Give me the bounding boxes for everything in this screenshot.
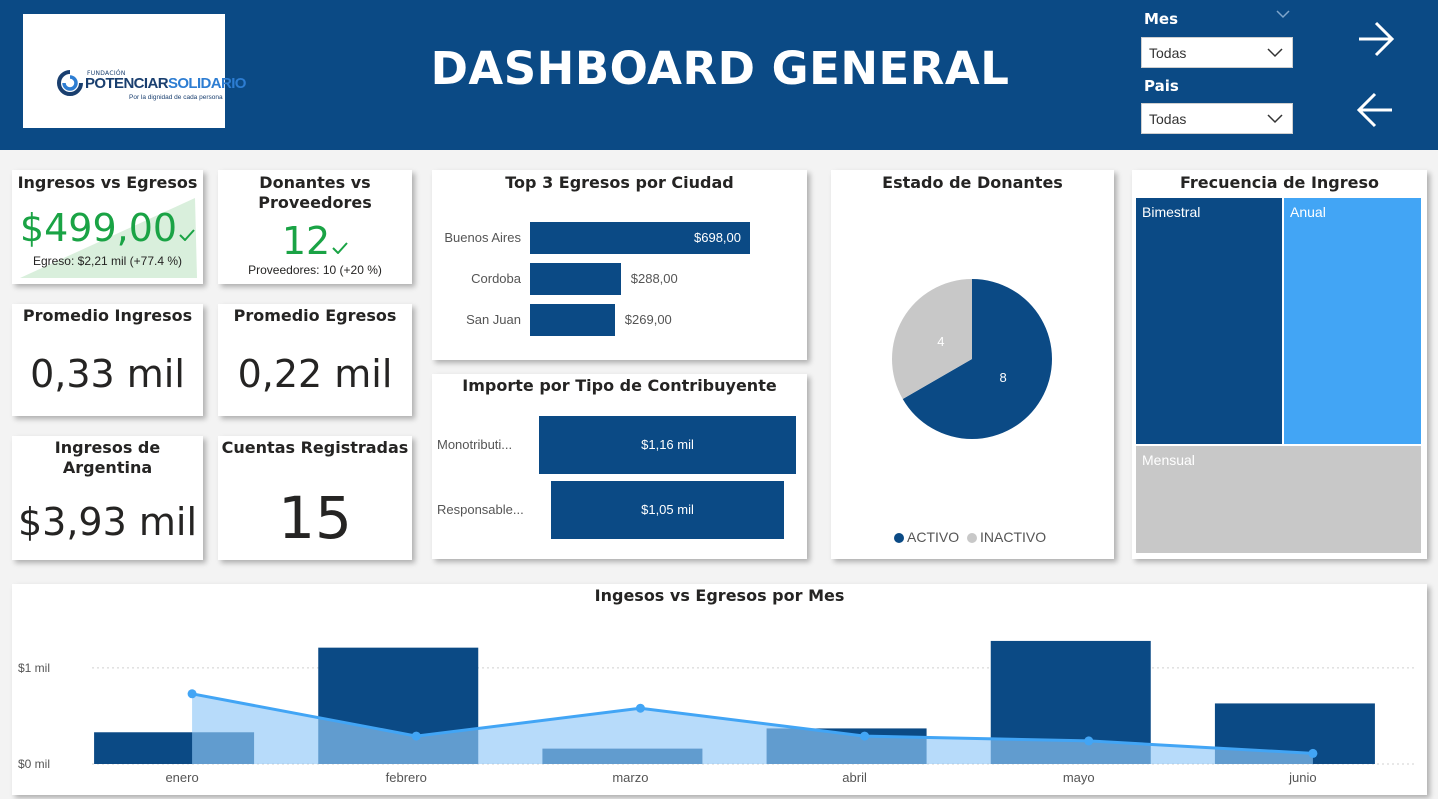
kpi-title: Cuentas Registradas: [221, 438, 409, 457]
legend-label-inactivo: INACTIVO: [980, 529, 1047, 545]
x-tick-label: marzo: [612, 770, 648, 785]
kpi-value: $3,93 mil: [18, 500, 197, 544]
legend-dot-activo: [894, 533, 904, 543]
line-point-mayo[interactable]: [1084, 736, 1094, 746]
logo-main-text: POTENCIARSOLIDARIO: [85, 75, 246, 92]
chart-title: Importe por Tipo de Contribuyente: [462, 376, 777, 395]
chevron-down-icon: [1267, 114, 1283, 124]
bar-category-label: Monotributi...: [437, 437, 513, 452]
chart-importe-tipo-contribuyente[interactable]: Importe por Tipo de Contribuyente Monotr…: [432, 374, 807, 559]
treemap-label: Mensual: [1142, 452, 1195, 468]
chart-title: Top 3 Egresos por Ciudad: [505, 173, 734, 192]
kpi-value: 0,22 mil: [237, 352, 393, 396]
kpi-ingresos-argentina[interactable]: Ingresos de Argentina $3,93 mil: [12, 436, 203, 560]
checkmark-icon: [332, 242, 348, 255]
kpi-donantes-vs-proveedores[interactable]: Donantes vs Proveedores 12 Proveedores: …: [218, 170, 412, 284]
bar-value-label: $269,00: [624, 312, 672, 327]
checkmark-icon: [179, 229, 195, 242]
x-tick-label: abril: [842, 770, 867, 785]
chevron-down-icon: [1267, 48, 1283, 58]
filter-pais-dropdown[interactable]: Todas: [1141, 103, 1293, 134]
combo-chart: $0 mil $1 mil enero febrero marzo abril mayo ju…: [18, 640, 1417, 785]
kpi-title: Donantes vs Proveedores: [258, 173, 372, 212]
filter-mes-value: Todas: [1149, 45, 1187, 61]
bar-category-label: Responsable...: [437, 502, 524, 517]
logo-main-b: SOLIDARIO: [167, 75, 247, 92]
legend-label-activo: ACTIVO: [907, 529, 960, 545]
chart-frecuencia-ingreso[interactable]: Frecuencia de Ingreso Bimestral Anual Me…: [1132, 170, 1427, 559]
kpi-value: $499,00: [12, 206, 203, 250]
kpi-ingresos-vs-egresos[interactable]: Ingresos vs Egresos $499,00 Egreso: $2,2…: [12, 170, 203, 284]
filter-pais-value: Todas: [1149, 111, 1187, 127]
bar-value-label: $1,16 mil: [641, 437, 694, 452]
logo-icon: [57, 70, 83, 96]
line-point-abril[interactable]: [860, 731, 870, 741]
arrow-left-icon[interactable]: [1356, 92, 1394, 128]
bar[interactable]: [530, 263, 621, 295]
treemap-label: Anual: [1290, 204, 1326, 220]
logo-main-a: POTENCIAR: [85, 75, 169, 92]
chevron-down-icon[interactable]: [1276, 10, 1290, 19]
bar-value-label: $1,05 mil: [641, 502, 694, 517]
filter-pais-label: Pais: [1144, 77, 1179, 95]
kpi-cuentas-registradas[interactable]: Cuentas Registradas 15: [218, 436, 412, 560]
kpi-title: Ingresos vs Egresos: [17, 173, 198, 192]
header-bar: FUNDACIÓN POTENCIARSOLIDARIO Por la dign…: [0, 0, 1438, 150]
bar-value-label: $288,00: [630, 271, 678, 286]
bar-category-label: Buenos Aires: [444, 230, 521, 245]
kpi-title: Promedio Egresos: [233, 306, 397, 325]
line-point-junio[interactable]: [1308, 748, 1318, 758]
legend-item-activo: ACTIVO: [894, 529, 959, 545]
x-tick-label: mayo: [1063, 770, 1095, 785]
x-tick-label: enero: [165, 770, 198, 785]
y-tick-label: $0 mil: [18, 757, 50, 771]
treemap-label: Bimestral: [1142, 204, 1201, 220]
arrow-right-icon[interactable]: [1357, 21, 1395, 57]
kpi-value: 15: [278, 484, 352, 552]
kpi-value: 12: [218, 219, 412, 263]
chart-ingresos-egresos-mes[interactable]: Ingesos vs Egresos por Mes $0 mil $1 mil e…: [12, 584, 1427, 795]
bar[interactable]: [530, 304, 615, 336]
logo: FUNDACIÓN POTENCIARSOLIDARIO Por la dign…: [23, 14, 246, 128]
bar-category-label: San Juan: [466, 312, 521, 327]
line-point-marzo[interactable]: [635, 703, 645, 713]
kpi-value-text: 12: [281, 219, 331, 263]
pie-chart: 84: [892, 279, 1052, 439]
legend-item-inactivo: INACTIVO: [967, 529, 1046, 545]
pie-slice-label: 4: [937, 334, 944, 349]
legend-dot-inactivo: [967, 533, 978, 543]
y-tick-label: $1 mil: [18, 661, 50, 675]
kpi-promedio-egresos[interactable]: Promedio Egresos 0,22 mil: [218, 304, 412, 416]
chart-title: Frecuencia de Ingreso: [1179, 173, 1380, 192]
chart-top3-egresos-ciudad[interactable]: Top 3 Egresos por Ciudad Buenos Aires $69…: [432, 170, 807, 360]
x-tick-label: junio: [1288, 770, 1316, 785]
x-tick-label: febrero: [386, 770, 427, 785]
kpi-value-text: $499,00: [19, 206, 178, 250]
treemap-cell-anual[interactable]: Anual: [1284, 198, 1421, 444]
treemap-cell-mensual[interactable]: Mensual: [1136, 446, 1421, 553]
treemap-cell-bimestral[interactable]: Bimestral: [1136, 198, 1282, 444]
page-title: DASHBOARD GENERAL: [430, 42, 1010, 95]
line-point-enero[interactable]: [187, 689, 197, 699]
logo-tagline: Por la dignidad de cada persona: [129, 94, 223, 101]
bar-category-label: Cordoba: [471, 271, 521, 286]
kpi-value: 0,33 mil: [30, 352, 185, 396]
line-point-febrero[interactable]: [411, 731, 421, 741]
pie-legend: ACTIVO INACTIVO: [894, 529, 1046, 545]
filter-mes-dropdown[interactable]: Todas: [1141, 37, 1293, 68]
kpi-title: Ingresos de Argentina: [54, 438, 161, 477]
kpi-subtitle: Proveedores: 10 (+20 %): [248, 263, 382, 277]
filter-mes-label: Mes: [1144, 10, 1179, 28]
kpi-title: Promedio Ingresos: [22, 306, 193, 325]
pie-slice-label: 8: [1000, 370, 1007, 385]
bar-value-label: $698,00: [694, 230, 741, 245]
chart-estado-donantes[interactable]: Estado de Donantes 84 ACTIVO INACTIVO: [831, 170, 1114, 559]
kpi-promedio-ingresos[interactable]: Promedio Ingresos 0,33 mil: [12, 304, 203, 416]
kpi-subtitle: Egreso: $2,21 mil (+77.4 %): [32, 254, 183, 268]
